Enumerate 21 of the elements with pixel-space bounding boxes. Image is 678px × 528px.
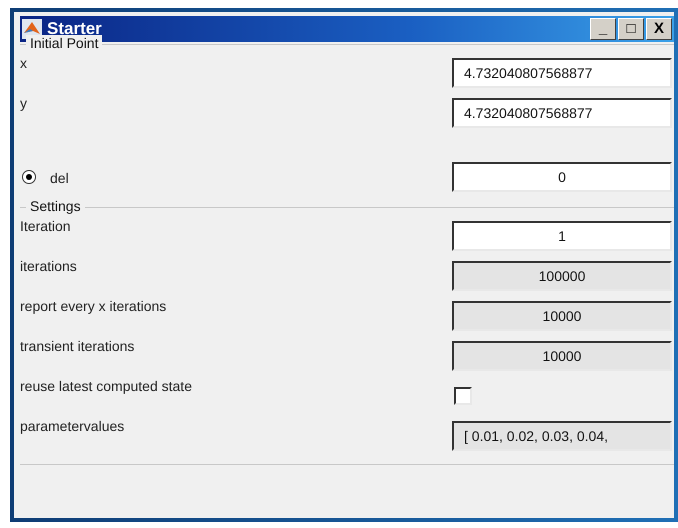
group-title: Initial Point: [26, 35, 102, 51]
input-field[interactable]: 1: [452, 221, 672, 251]
input-field[interactable]: 0: [452, 162, 672, 192]
field-label: iterations: [20, 258, 77, 274]
input-field[interactable]: 4.732040807568877: [452, 58, 672, 88]
close-button[interactable]: X: [646, 18, 672, 40]
field-label: reuse latest computed state: [20, 378, 192, 394]
minimize-button[interactable]: _: [590, 18, 616, 40]
field-label: x: [20, 55, 27, 71]
field-label: parametervalues: [20, 418, 124, 434]
field-label: Iteration: [20, 218, 71, 234]
field-label: y: [20, 95, 27, 111]
input-field[interactable]: 4.732040807568877: [452, 98, 672, 128]
group-title: Settings: [26, 198, 85, 214]
field-label: report every x iterations: [20, 298, 166, 314]
field-label: del: [50, 170, 69, 186]
maximize-button[interactable]: □: [618, 18, 644, 40]
field-label: transient iterations: [20, 338, 134, 354]
checkbox[interactable]: [454, 387, 472, 405]
radio-button[interactable]: [22, 170, 36, 184]
window-title: Starter: [47, 19, 102, 38]
